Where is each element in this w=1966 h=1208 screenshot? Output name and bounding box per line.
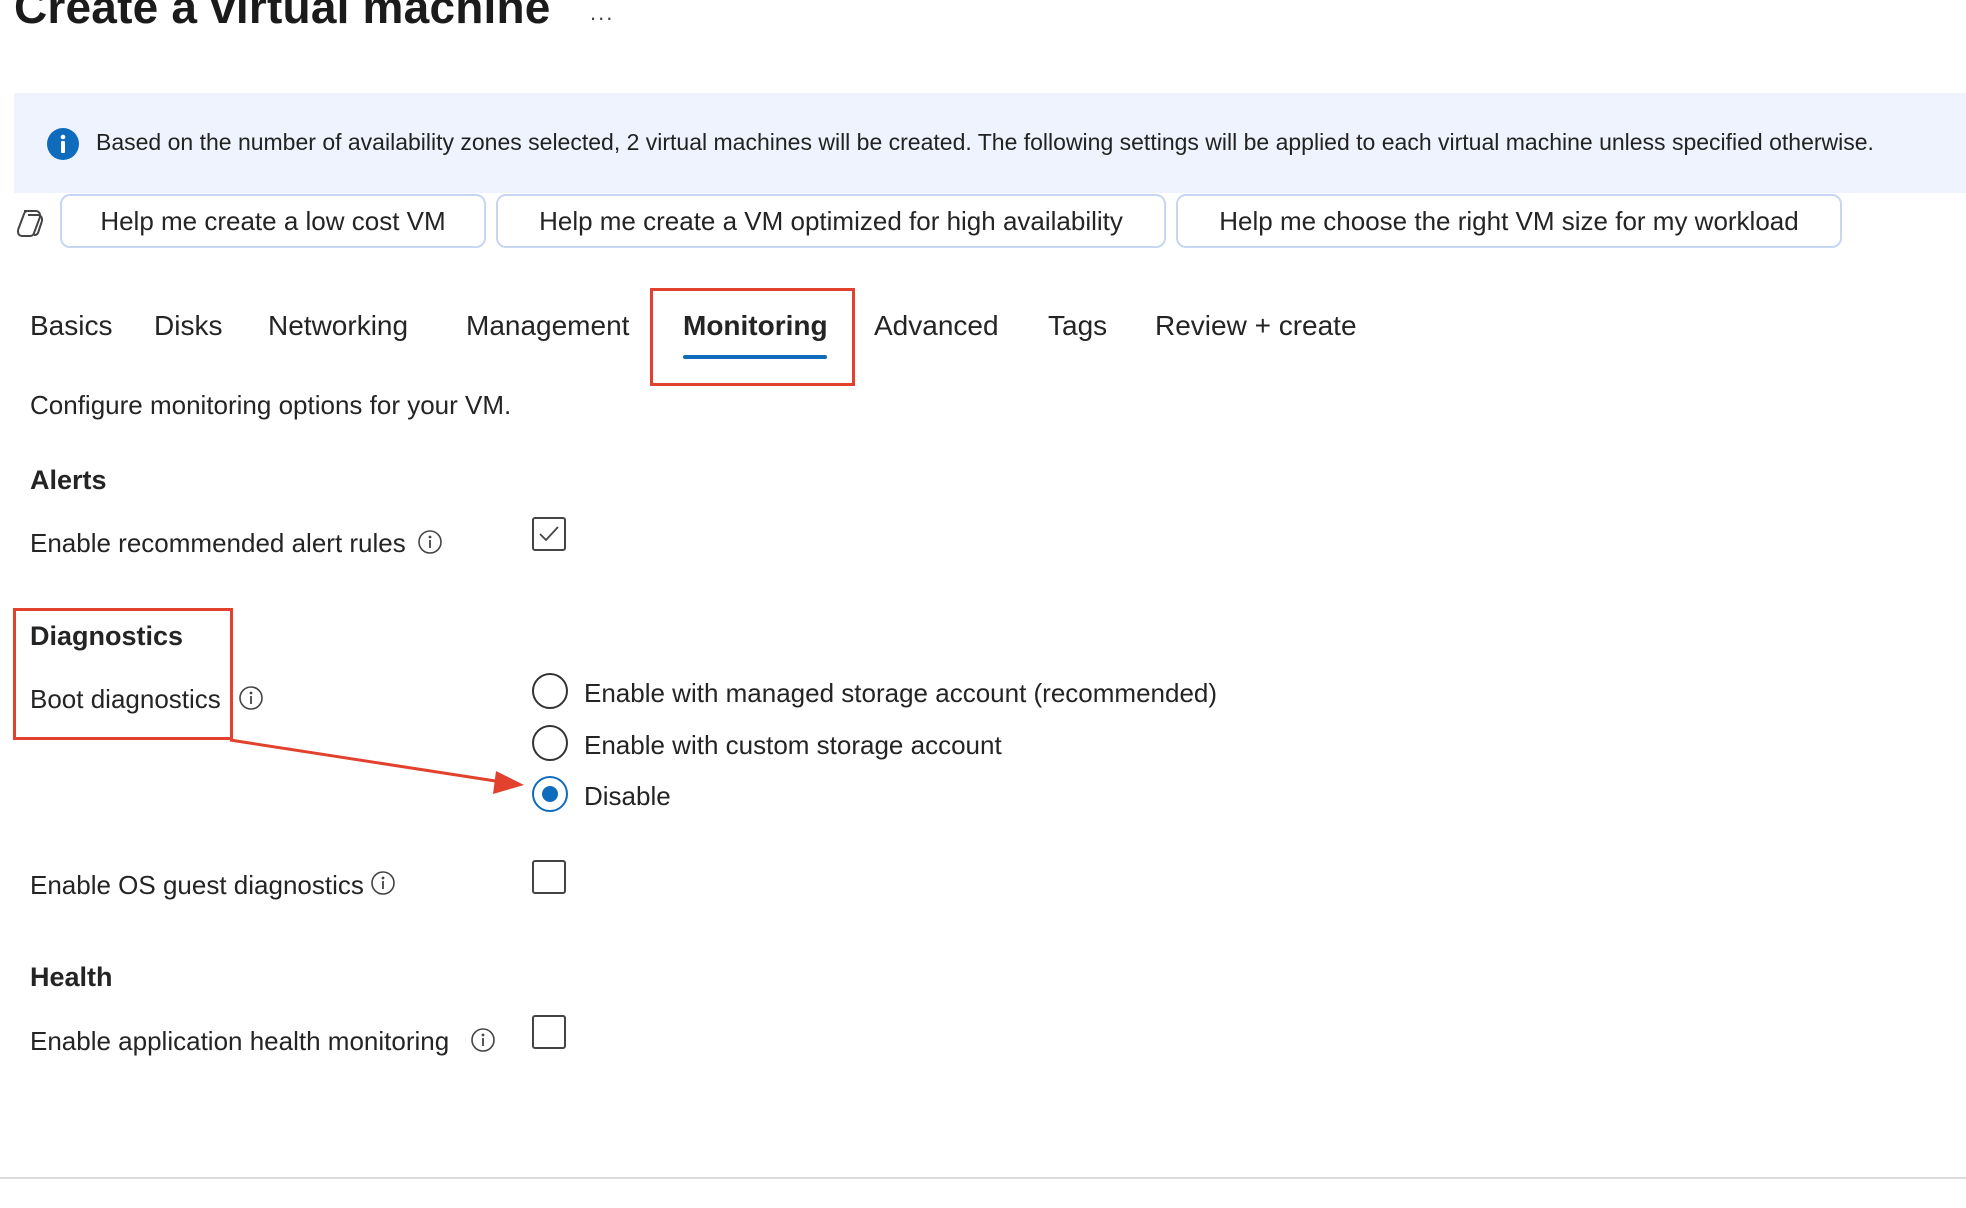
app-health-monitoring-checkbox[interactable] <box>532 1015 566 1049</box>
info-circle-icon[interactable] <box>370 870 396 896</box>
health-heading: Health <box>30 962 113 992</box>
info-circle-icon[interactable] <box>470 1027 496 1053</box>
footer-divider <box>0 1177 1966 1179</box>
os-guest-diagnostics-label: Enable OS guest diagnostics <box>30 870 364 900</box>
os-guest-diagnostics-checkbox[interactable] <box>532 860 566 894</box>
create-vm-page: Create a virtual machine ... Based on th… <box>0 0 1966 1208</box>
app-health-monitoring-label: Enable application health monitoring <box>30 1026 450 1056</box>
